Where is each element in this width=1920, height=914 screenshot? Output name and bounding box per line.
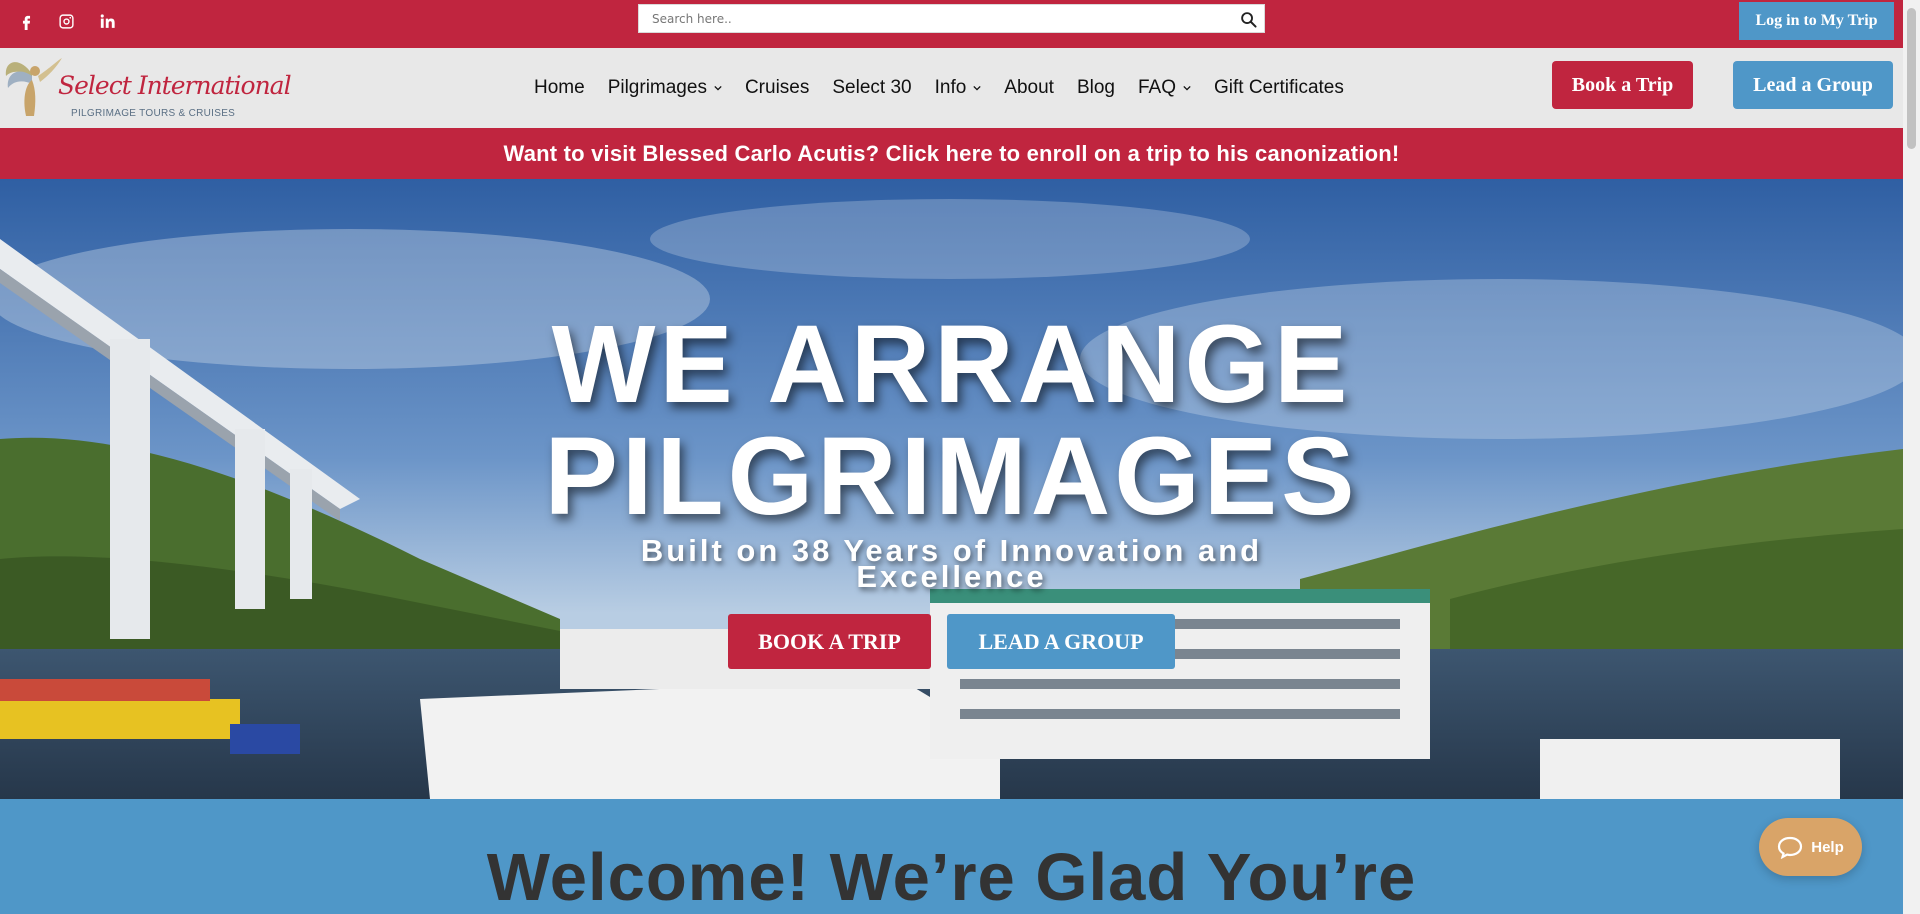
chevron-down-icon — [973, 85, 981, 91]
help-label: Help — [1811, 838, 1844, 856]
hero-title-line-1: WE ARRANGE — [551, 303, 1352, 426]
nav-item-pilgrimages[interactable]: Pilgrimages — [608, 77, 722, 99]
search-input[interactable] — [639, 5, 1219, 32]
welcome-heading: Welcome! We’re Glad You’re — [486, 840, 1417, 914]
logo-name: Select International — [58, 71, 292, 100]
nav-item-gift-certificates[interactable]: Gift Certificates — [1214, 77, 1344, 99]
main-nav-bar: Select International PILGRIMAGE TOURS & … — [0, 48, 1903, 128]
nav-item-cruises[interactable]: Cruises — [745, 77, 809, 99]
nav-item-label: Blog — [1076, 77, 1115, 98]
hero-lead-a-group-button[interactable]: LEAD A GROUP — [947, 614, 1175, 669]
chat-bubble-icon — [1778, 836, 1803, 859]
nav-item-label: About — [1004, 77, 1054, 98]
nav-item-blog[interactable]: Blog — [1077, 77, 1115, 99]
facebook-icon[interactable] — [15, 10, 37, 32]
hero-book-a-trip-button[interactable]: BOOK A TRIP — [728, 614, 931, 669]
nav-item-label: Gift Certificates — [1214, 77, 1344, 98]
hero-title-line-2: PILGRIMAGES — [544, 415, 1359, 538]
nav-item-label: Pilgrimages — [607, 77, 707, 98]
chevron-down-icon — [714, 85, 722, 91]
angel-logo-icon — [5, 58, 62, 116]
nav-item-home[interactable]: Home — [534, 77, 585, 99]
scrollbar-thumb[interactable] — [1907, 8, 1916, 149]
lead-a-group-button[interactable]: Lead a Group — [1733, 61, 1893, 109]
nav-item-label: Info — [934, 77, 967, 98]
nav-item-faq[interactable]: FAQ — [1138, 77, 1191, 99]
nav-menu: Home Pilgrimages Cruises Select 30 Info … — [534, 48, 1367, 128]
logo-tagline: PILGRIMAGE TOURS & CRUISES — [71, 108, 236, 119]
instagram-icon[interactable] — [55, 10, 77, 32]
site-logo[interactable]: Select International PILGRIMAGE TOURS & … — [2, 52, 292, 126]
login-my-trip-button[interactable]: Log in to My Trip — [1739, 2, 1894, 40]
nav-item-select-30[interactable]: Select 30 — [832, 77, 911, 99]
nav-item-label: FAQ — [1137, 77, 1176, 98]
nav-item-info[interactable]: Info — [935, 77, 982, 99]
announcement-banner[interactable]: Want to visit Blessed Carlo Acutis? Clic… — [0, 128, 1903, 179]
chevron-down-icon — [1183, 85, 1191, 91]
nav-item-label: Cruises — [744, 77, 810, 98]
search-icon[interactable] — [1238, 9, 1258, 29]
nav-item-about[interactable]: About — [1004, 77, 1054, 99]
nav-item-label: Home — [534, 77, 585, 98]
hero-section: WE ARRANGE PILGRIMAGES Built on 38 Years… — [0, 179, 1903, 799]
help-widget-button[interactable]: Help — [1759, 818, 1862, 876]
hero-subtitle: Built on 38 Years of Innovation and Exce… — [640, 533, 1263, 594]
nav-item-label: Select 30 — [832, 77, 912, 98]
book-a-trip-button[interactable]: Book a Trip — [1552, 61, 1693, 109]
linkedin-icon[interactable] — [95, 10, 117, 32]
search-box — [638, 4, 1265, 33]
top-bar: Log in to My Trip — [0, 0, 1903, 48]
welcome-section: Welcome! We’re Glad You’re — [0, 799, 1903, 914]
page-scrollbar[interactable] — [1903, 0, 1920, 914]
